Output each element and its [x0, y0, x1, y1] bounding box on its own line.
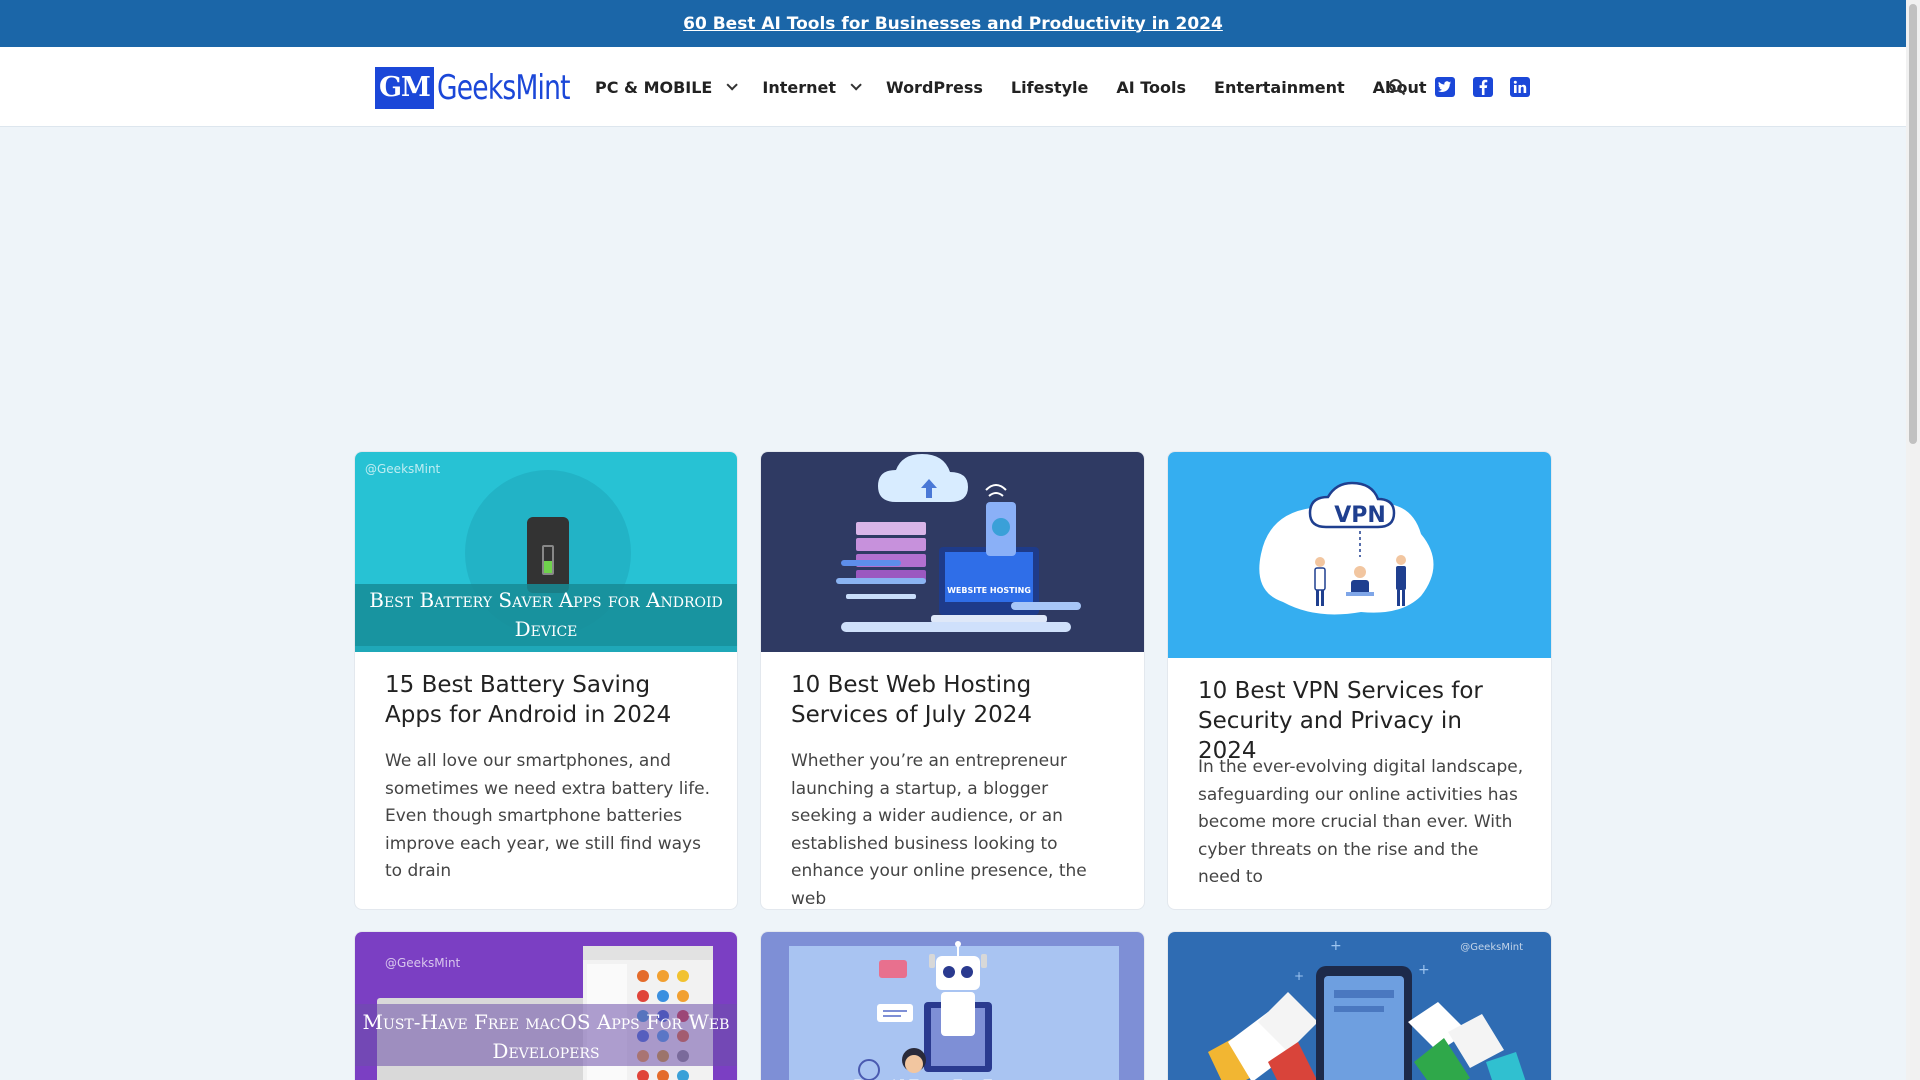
nav-item-label: PC & MOBILE	[595, 77, 713, 97]
nav-item-pc-mobile[interactable]: PC & MOBILE	[595, 77, 739, 97]
article-card[interactable]: @GeeksMint + + +	[1167, 931, 1552, 1080]
ebook-illustration: + + +	[1208, 938, 1526, 1080]
image-caption: Best AI Tools For Education	[761, 1072, 1144, 1080]
image-caption: Best Battery Saver Apps for Android Devi…	[369, 588, 723, 641]
search-icon[interactable]	[1388, 78, 1406, 96]
nav-item-label: WordPress	[885, 77, 983, 97]
top-announcement-link[interactable]: 60 Best AI Tools for Businesses and Prod…	[683, 14, 1223, 34]
article-thumbnail[interactable]: @GeeksMint Must-Have Free macOS Apps For…	[355, 932, 737, 1080]
article-card[interactable]: @GeeksMint Best Battery Saver Apps for A…	[354, 451, 738, 910]
image-watermark: @GeeksMint	[365, 462, 441, 476]
facebook-icon[interactable]	[1473, 77, 1493, 97]
phone-icon	[527, 517, 569, 593]
chevron-down-icon	[850, 79, 862, 91]
article-card[interactable]: Best AI Tools For Education	[760, 931, 1145, 1080]
svg-text:+: +	[1418, 962, 1430, 978]
svg-text:+: +	[1294, 969, 1304, 983]
linkedin-icon[interactable]	[1510, 77, 1530, 97]
nav-item-internet[interactable]: Internet	[762, 77, 862, 97]
logo-mark: GM	[375, 67, 434, 109]
top-announcement-bar: 60 Best AI Tools for Businesses and Prod…	[0, 0, 1906, 47]
scrollbar-thumb[interactable]	[1909, 4, 1917, 444]
web-hosting-illustration: WEBSITE HOSTING	[836, 454, 1081, 632]
article-title[interactable]: 10 Best Web Hosting Services of July 202…	[791, 670, 1114, 730]
vpn-illustration: VPN	[1259, 481, 1434, 615]
hosting-image-label: WEBSITE HOSTING	[947, 586, 1031, 595]
nav-item-ai-tools[interactable]: AI Tools	[1116, 78, 1186, 97]
ai-education-illustration	[789, 941, 1119, 1080]
svg-text:+: +	[1330, 938, 1342, 954]
nav-item-label: Entertainment	[1214, 77, 1345, 97]
article-thumbnail[interactable]: WEBSITE HOSTING	[761, 452, 1144, 652]
article-excerpt: In the ever-evolving digital landscape, …	[1198, 757, 1524, 887]
page-scrollbar[interactable]	[1906, 0, 1920, 1080]
chevron-down-icon	[726, 79, 739, 91]
article-card[interactable]: WEBSITE HOSTING 10 Best Web Hosting Serv…	[760, 451, 1145, 910]
article-title[interactable]: 15 Best Battery Saving Apps for Android …	[385, 670, 707, 730]
logo-text: GeeksMint	[436, 68, 571, 108]
article-card[interactable]: VPN 10 Best VPN Services for Security an…	[1167, 451, 1552, 910]
article-thumbnail[interactable]: @GeeksMint Best Battery Saver Apps for A…	[355, 452, 737, 652]
article-excerpt: Whether you’re an entrepreneur launching…	[791, 751, 1087, 909]
article-thumbnail[interactable]: VPN	[1168, 452, 1551, 658]
image-watermark: @GeeksMint	[385, 956, 461, 970]
twitter-icon[interactable]	[1435, 77, 1455, 97]
image-caption: Must-Have Free macOS Apps For Web Develo…	[362, 1010, 730, 1063]
main-nav: PC & MOBILE Internet WordPress Lifestyle…	[595, 47, 1477, 127]
nav-item-lifestyle[interactable]: Lifestyle	[1011, 78, 1088, 97]
article-thumbnail[interactable]: Best AI Tools For Education	[761, 932, 1144, 1080]
nav-item-wordpress[interactable]: WordPress	[886, 78, 983, 97]
article-card[interactable]: @GeeksMint Must-Have Free macOS Apps For…	[354, 931, 738, 1080]
image-watermark: @GeeksMint	[1460, 942, 1523, 953]
nav-item-label: Lifestyle	[1010, 77, 1089, 97]
vpn-image-label: VPN	[1334, 503, 1386, 528]
article-thumbnail[interactable]: @GeeksMint + + +	[1168, 932, 1551, 1080]
nav-item-entertainment[interactable]: Entertainment	[1214, 78, 1345, 97]
article-excerpt: We all love our smartphones, and sometim…	[385, 751, 711, 881]
site-logo[interactable]: GM GeeksMint	[375, 67, 607, 109]
site-header: GM GeeksMint PC & MOBILE Internet WordPr…	[0, 47, 1906, 127]
article-title[interactable]: 10 Best VPN Services for Security and Pr…	[1198, 676, 1521, 766]
nav-item-label: AI Tools	[1116, 77, 1187, 97]
nav-item-label: Internet	[762, 77, 836, 97]
